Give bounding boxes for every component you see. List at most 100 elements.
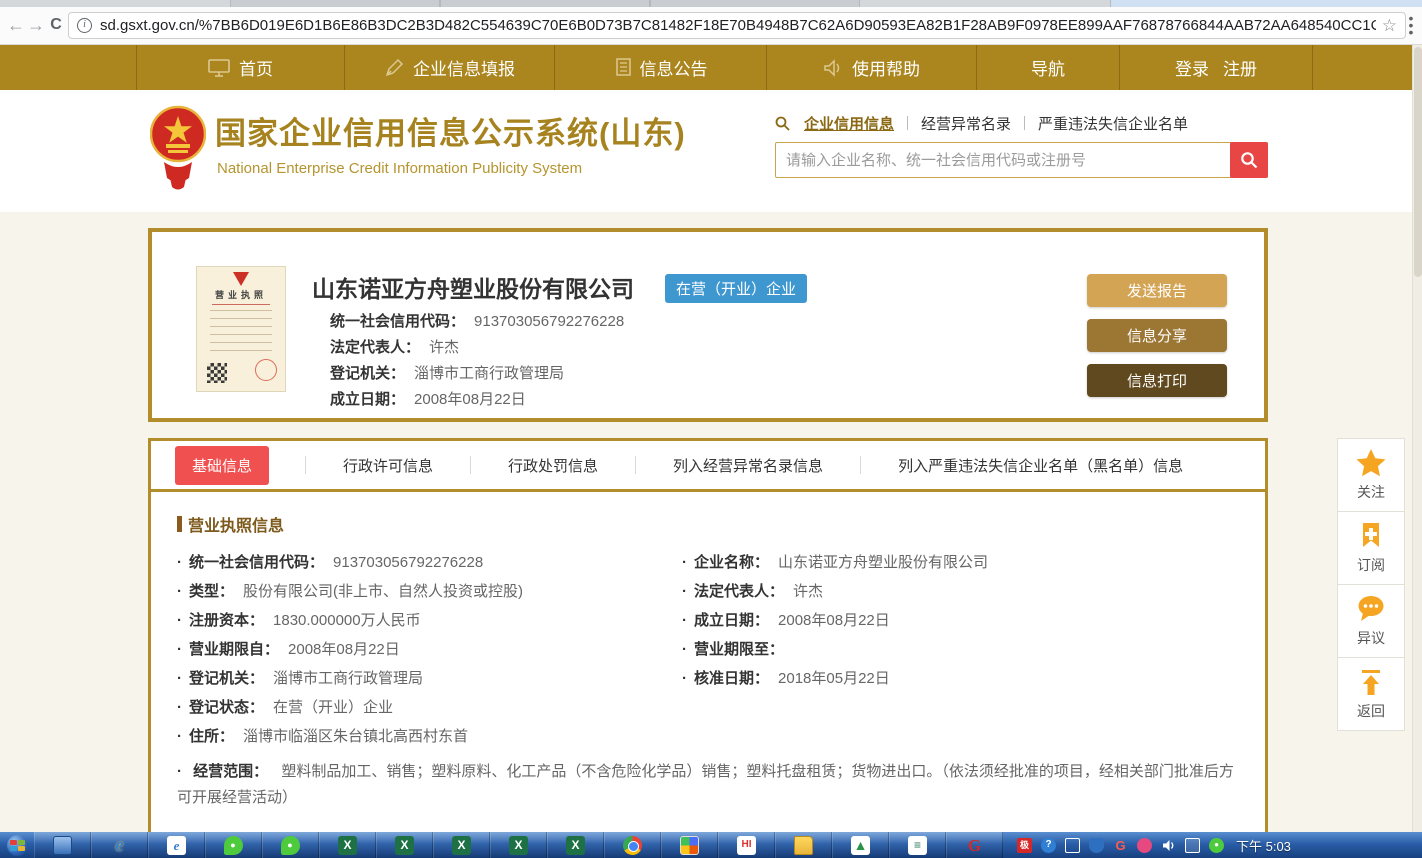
taskbar-hi-app[interactable]: HI [718,832,775,858]
shield-tray-icon[interactable] [1089,838,1104,853]
taskbar-folder[interactable] [775,832,832,858]
speaker-tray-icon[interactable] [1161,838,1176,853]
taskbar-red-g-app[interactable]: G [946,832,1003,858]
network-tray-icon[interactable] [1185,838,1200,853]
taskbar-wechat-1[interactable]: ● [205,832,262,858]
field-label: 核准日期： [694,670,769,687]
nav-item-help[interactable]: 使用帮助 [767,45,977,90]
window-restore-tray-icon[interactable] [1065,838,1080,853]
address-bar[interactable]: i sd.gsxt.gov.cn/%7BB6D019E6D1B6E86B3DC2… [68,12,1406,39]
forward-icon[interactable]: → [26,15,46,35]
search-button[interactable] [1230,142,1268,178]
folder-icon [794,836,813,855]
search-tab-illegal-list[interactable]: 严重违法失信企业名单 [1025,113,1201,134]
taskbar-clock[interactable]: 下午 5:03 [1236,832,1291,858]
field-row: 登记机关：淄博市工商行政管理局 [177,670,682,687]
ji-app-tray-icon[interactable]: 极 [1017,838,1032,853]
field-label: 营业期限自： [189,641,279,658]
taskbar-green-a-app[interactable]: ▲ [832,832,889,858]
ie-icon: e [110,836,129,855]
browser-menu-icon[interactable]: ••• [1404,15,1418,35]
tab-admin-license[interactable]: 行政许可信息 [306,455,470,476]
follow-button[interactable]: 关注 [1337,438,1405,512]
taskbar-chrome[interactable] [604,832,661,858]
start-button[interactable] [0,832,34,858]
info-print-button[interactable]: 信息打印 [1087,364,1227,397]
search-input[interactable] [775,142,1268,178]
browser-tabstrip[interactable] [0,0,1422,7]
page-info-icon[interactable]: i [77,18,92,33]
tab-basic-info[interactable]: 基础信息 [175,446,269,485]
nav-spacer [1313,45,1422,90]
excel-icon: X [566,836,585,855]
taskbar-app-window[interactable] [34,832,91,858]
subscribe-button[interactable]: 订阅 [1337,511,1405,585]
field-value: 2018年05月22日 [778,670,890,687]
taskbar-excel-1[interactable]: X [319,832,376,858]
field-value: 山东诺亚方舟塑业股份有限公司 [778,554,988,571]
tab-admin-penalty[interactable]: 行政处罚信息 [471,455,635,476]
scrollbar-thumb[interactable] [1414,47,1422,277]
nav-item-label: 使用帮助 [852,55,920,80]
browser-chrome: ← → C i sd.gsxt.gov.cn/%7BB6D019E6D1B6E8… [0,0,1422,45]
taskbar-ie-launcher[interactable]: e [148,832,205,858]
business-license-thumbnail[interactable]: 营业执照 [196,266,286,392]
nav-item-site-nav[interactable]: 导航 [977,45,1120,90]
tab-abnormal-list[interactable]: 列入经营异常名录信息 [636,455,860,476]
field-value: 股份有限公司(非上市、自然人投资或控股) [243,583,523,600]
taskbar-wechat-2[interactable]: ● [262,832,319,858]
field-value: 2008年08月22日 [778,612,890,629]
page-scrollbar[interactable] [1412,45,1422,832]
search-tab-abnormal-list[interactable]: 经营异常名录 [908,113,1024,134]
field-row: 成立日期： 2008年08月22日 [682,612,1239,629]
browser-tab[interactable] [650,0,860,7]
objection-button[interactable]: 异议 [1337,584,1405,658]
login-link[interactable]: 登录 [1175,55,1209,80]
field-row: 营业期限至： [682,641,1239,658]
nav-item-announcements[interactable]: 信息公告 [555,45,767,90]
browser-tab-active[interactable] [1110,0,1422,7]
search-tab-credit-info[interactable]: 企业信用信息 [798,113,907,134]
nav-item-enterprise-filing[interactable]: 企业信息填报 [345,45,555,90]
detail-card: 基础信息 行政许可信息 行政处罚信息 列入经营异常名录信息 列入严重违法失信企业… [148,438,1268,832]
search-row [775,142,1268,178]
taskbar-excel-3[interactable]: X [433,832,490,858]
reload-icon[interactable]: C [46,15,66,35]
field-value: 淄博市工商行政管理局 [414,365,564,382]
taskbar-photos-app[interactable] [661,832,718,858]
license-qr-code [207,363,227,383]
tab-blacklist[interactable]: 列入严重违法失信企业名单（黑名单）信息 [861,455,1220,476]
url-text[interactable]: sd.gsxt.gov.cn/%7BB6D019E6D1B6E86B3DC2B3… [100,17,1376,34]
section-title-bar [177,516,182,532]
taskbar-excel-2[interactable]: X [376,832,433,858]
field-label: 成立日期： [694,612,769,629]
register-link[interactable]: 注册 [1223,55,1257,80]
field-value: 913703056792276228 [333,554,483,571]
taskbar-internet-explorer[interactable]: e [91,832,148,858]
windows-taskbar: e e ● ● X X X X X HI ▲ ≡ G 极 ? G ● 下午 5:… [0,832,1422,858]
document-icon [614,58,631,78]
back-to-top-icon [1356,667,1386,697]
pink-user-tray-icon[interactable] [1137,838,1152,853]
browser-tab[interactable] [230,0,440,7]
taskbar-excel-5[interactable]: X [547,832,604,858]
license-red-seal [255,359,277,381]
taskbar-green-layers-app[interactable]: ≡ [889,832,946,858]
back-to-top-button[interactable]: 返回 [1337,657,1405,731]
g-tray-icon[interactable]: G [1113,838,1128,853]
company-field-row: 法定代表人：许杰 [330,336,459,357]
company-field-row: 成立日期：2008年08月22日 [330,388,526,409]
send-report-button[interactable]: 发送报告 [1087,274,1227,307]
taskbar-excel-4[interactable]: X [490,832,547,858]
company-field-row: 登记机关：淄博市工商行政管理局 [330,362,564,383]
nav-item-label: 导航 [1031,55,1065,80]
wechat-tray-icon[interactable]: ● [1209,838,1224,853]
search-icon [775,116,790,131]
nav-item-home[interactable]: 首页 [137,45,345,90]
back-icon[interactable]: ← [6,15,26,35]
info-share-button[interactable]: 信息分享 [1087,319,1227,352]
bookmark-star-icon[interactable]: ☆ [1382,16,1397,36]
help-tray-icon[interactable]: ? [1041,838,1056,853]
browser-tab[interactable] [440,0,650,7]
green-a-app-icon: ▲ [851,836,870,855]
